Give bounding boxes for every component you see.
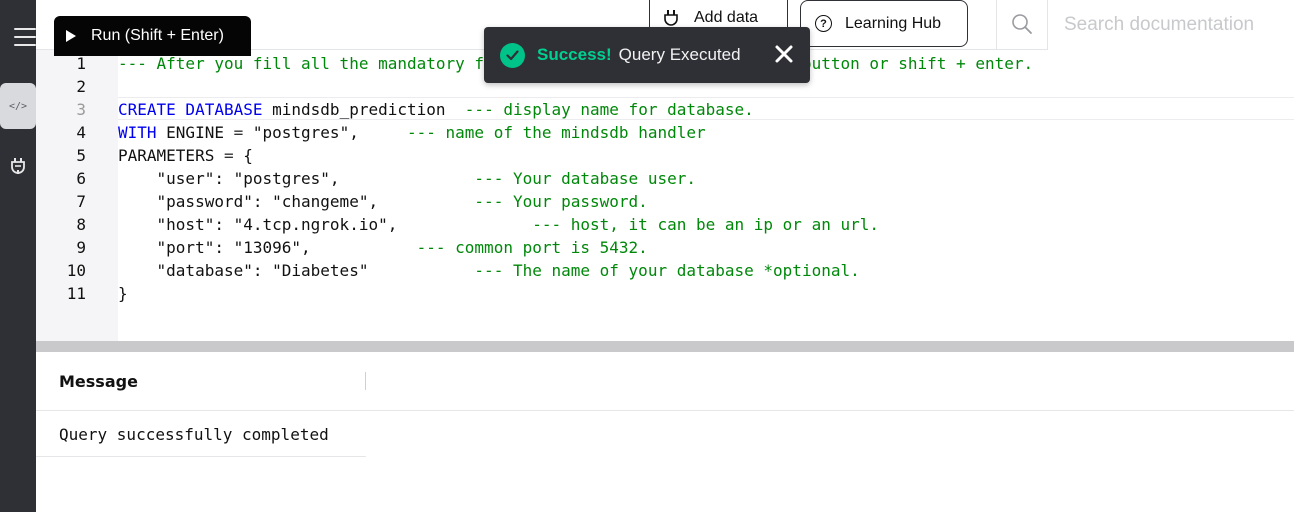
code-line[interactable]: "database": "Diabetes" --- The name of y… xyxy=(118,259,860,282)
table-cell: Query successfully completed xyxy=(59,425,329,444)
play-icon xyxy=(66,30,76,42)
code-text: ENGINE xyxy=(156,123,234,142)
code-line[interactable]: "password": "changeme", --- Your passwor… xyxy=(118,190,648,213)
line-number: 10 xyxy=(66,261,86,280)
code-text: "port": "13096", xyxy=(118,238,417,257)
code-text: "user": "postgres", xyxy=(118,169,475,188)
toast-message: Query Executed xyxy=(618,45,741,64)
column-header-message: Message xyxy=(59,372,138,391)
left-sidebar: </> xyxy=(0,0,36,512)
line-number: 11 xyxy=(66,284,86,303)
line-number: 6 xyxy=(76,169,86,188)
run-label: Run (Shift + Enter) xyxy=(91,27,224,44)
line-number: 2 xyxy=(76,77,86,96)
code-line[interactable]: WITH ENGINE = "postgres", --- name of th… xyxy=(118,121,706,144)
code-comment: --- host, it can be an ip or an url. xyxy=(532,215,879,234)
code-text: "password": "changeme", xyxy=(118,192,475,211)
code-comment: --- The name of your database *optional. xyxy=(474,261,860,280)
panel-splitter[interactable] xyxy=(36,341,1294,352)
code-icon: </> xyxy=(8,100,28,112)
table-row: Query successfully completed xyxy=(36,411,366,457)
code-line[interactable]: "user": "postgres", --- Your database us… xyxy=(118,167,696,190)
code-text: = xyxy=(223,146,234,165)
sidebar-item-integrations[interactable] xyxy=(0,143,36,189)
question-icon: ? xyxy=(815,15,832,32)
code-text: PARAMETERS xyxy=(118,146,224,165)
line-number-gutter: 1 2 3 4 5 6 7 8 9 10 11 xyxy=(36,50,118,341)
code-text: mindsdb_prediction xyxy=(262,100,465,119)
code-text: = xyxy=(233,123,244,142)
plug-icon xyxy=(11,158,25,174)
line-number: 7 xyxy=(76,192,86,211)
code-keyword: WITH xyxy=(118,123,157,142)
sql-editor[interactable]: 1 2 3 4 5 6 7 8 9 10 11 --- After you fill all the… xyxy=(36,50,1294,341)
line-number: 9 xyxy=(76,238,86,257)
learning-hub-label: Learning Hub xyxy=(845,14,942,32)
code-comment: --- display name for database. xyxy=(464,100,754,119)
results-panel: Message Query successfully completed xyxy=(36,352,1294,512)
code-text: { xyxy=(233,146,253,165)
results-header: Message xyxy=(36,352,1294,411)
close-icon[interactable] xyxy=(773,43,795,65)
column-separator[interactable] xyxy=(365,372,366,390)
code-comment: --- name of the mindsdb handler xyxy=(407,123,706,142)
code-text: "host": "4.tcp.ngrok.io", xyxy=(118,215,533,234)
code-text: } xyxy=(118,284,128,303)
plug-icon xyxy=(664,10,678,26)
code-line[interactable]: CREATE DATABASE mindsdb_prediction --- d… xyxy=(118,98,754,121)
code-comment: --- Your password. xyxy=(474,192,648,211)
learning-hub-button[interactable]: ? Learning Hub xyxy=(800,0,968,47)
code-line[interactable]: PARAMETERS = { xyxy=(118,144,253,167)
code-line[interactable]: } xyxy=(118,282,128,305)
run-button[interactable]: Run (Shift + Enter) xyxy=(54,16,251,56)
add-data-label: Add data xyxy=(694,9,759,26)
code-line[interactable]: "host": "4.tcp.ngrok.io", --- host, it c… xyxy=(118,213,879,236)
check-circle-icon xyxy=(500,42,525,68)
search-icon[interactable] xyxy=(1011,13,1033,35)
line-number: 4 xyxy=(76,123,86,142)
code-comment: --- common port is 5432. xyxy=(416,238,648,257)
code-line[interactable]: "port": "13096", --- common port is 5432… xyxy=(118,236,648,259)
line-number: 8 xyxy=(76,215,86,234)
code-text: "postgres", xyxy=(243,123,407,142)
toolbar-divider xyxy=(996,0,997,50)
code-comment: --- Your database user. xyxy=(474,169,696,188)
line-number: 3 xyxy=(76,100,86,119)
success-toast: Success! Query Executed xyxy=(484,27,810,83)
search-input[interactable] xyxy=(1047,0,1294,50)
toast-title: Success! xyxy=(537,45,612,64)
line-number: 5 xyxy=(76,146,86,165)
code-keyword: CREATE DATABASE xyxy=(118,100,263,119)
sidebar-item-sql-editor[interactable]: </> xyxy=(0,83,36,129)
code-text: "database": "Diabetes" xyxy=(118,261,475,280)
